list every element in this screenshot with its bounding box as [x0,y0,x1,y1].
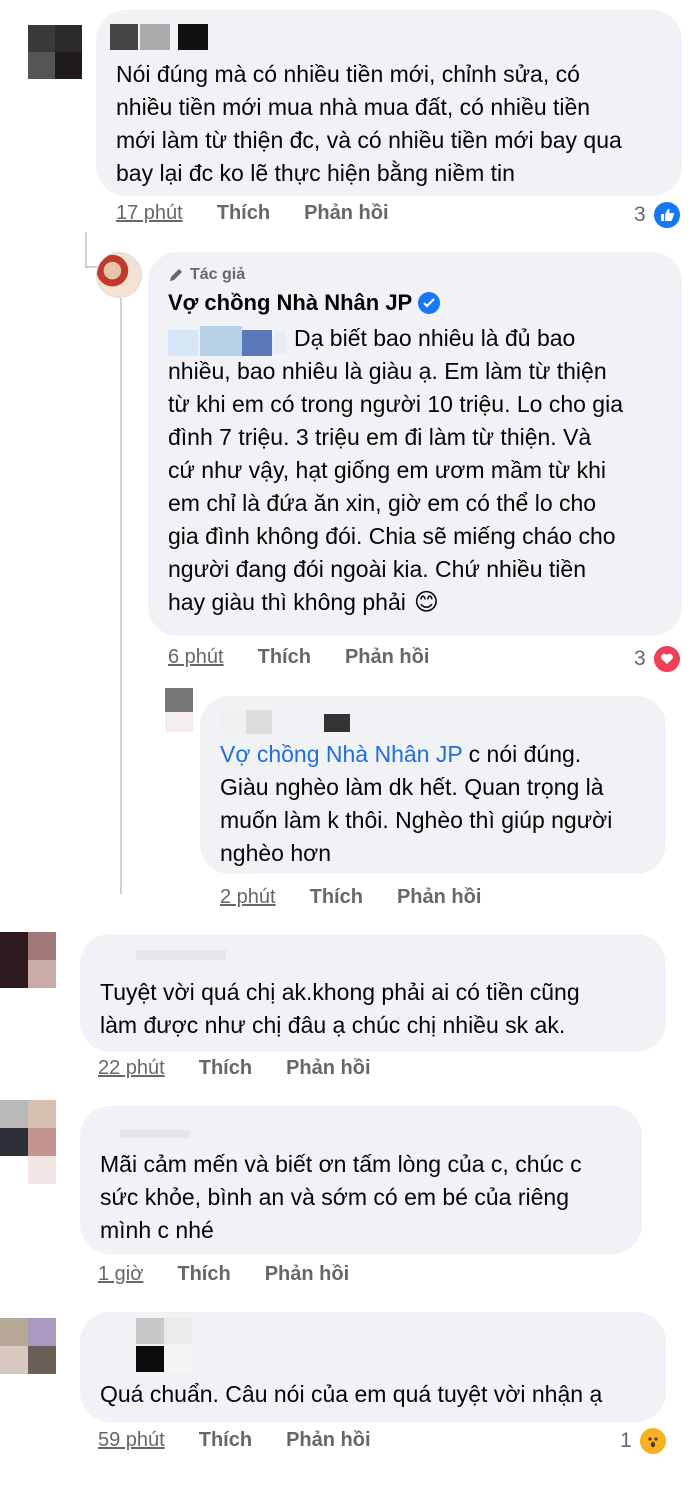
comment-time[interactable]: 2 phút [220,886,276,909]
text-line: hay giàu thì không phải [168,589,406,615]
comment-actions: 6 phút Thích Phản hồi [168,646,429,669]
text-line: nghèo hơn [220,840,332,866]
reply-button[interactable]: Phản hồi [286,1057,370,1080]
text-line: muốn làm k thôi. Nghèo thì giúp người [220,807,613,833]
comment-text: Tuyệt vời quá chị ak.khong phải ai có ti… [100,976,660,1042]
text-line: Mãi cảm mến và biết ơn tấm lòng của c, c… [100,1151,582,1177]
avatar[interactable] [96,252,142,298]
comment-text: Nói đúng mà có nhiều tiền mới, chỉnh sửa… [116,58,676,190]
author-row: Vợ chồng Nhà Nhân JP [168,290,441,316]
reaction-count: 3 [634,203,646,226]
mention-link[interactable]: Vợ chồng Nhà Nhân JP [220,741,462,767]
text-line: đình 7 triệu. 3 triệu em đi làm từ thiện… [168,424,592,450]
author-name-redacted[interactable] [100,940,226,962]
comment-bubble: Nói đúng mà có nhiều tiền mới, chỉnh sửa… [96,10,682,196]
comment-time[interactable]: 17 phút [116,202,183,225]
comment-text: Quá chuẩn. Câu nói của em quá tuyệt vời … [100,1378,660,1411]
author-name-redacted[interactable] [136,1318,216,1372]
text-line: nhiều tiền mới mua nhà mua đất, có nhiều… [116,94,591,120]
comment-bubble: Mãi cảm mến và biết ơn tấm lòng của c, c… [80,1106,642,1254]
comment-bubble: Tác giả Vợ chồng Nhà Nhân JP Dạ biết bao… [148,252,682,636]
comment-text: Mãi cảm mến và biết ơn tấm lòng của c, c… [100,1148,640,1247]
comment-bubble: Quá chuẩn. Câu nói của em quá tuyệt vời … [80,1312,666,1422]
text-line: mình c nhé [100,1217,214,1243]
like-button[interactable]: Thích [199,1057,252,1080]
comment-time[interactable]: 22 phút [98,1057,165,1080]
reaction-summary[interactable]: 3 [634,644,682,674]
author-name-redacted[interactable] [220,708,350,734]
like-button[interactable]: Thích [199,1429,252,1452]
reaction-summary[interactable]: 1 [620,1426,668,1456]
text-line: Vợ chồng Nhà Nhân JP c nói đúng. [220,738,660,771]
reply-button[interactable]: Phản hồi [397,886,481,909]
author-name-redacted[interactable] [110,24,220,50]
text-line: Giàu nghèo làm dk hết. Quan trọng là [220,774,604,800]
text-line: sức khỏe, bình an và sớm có em bé của ri… [100,1184,569,1210]
text-line: mới làm từ thiện đc, và có nhiều tiền mớ… [116,127,622,153]
smile-emoji-icon: 😊 [413,589,439,616]
text-line: gia đình không đói. Chia sẽ miếng cháo c… [168,523,616,549]
text-line: Tuyệt vời quá chị ak.khong phải ai có ti… [100,979,580,1005]
comment-actions: 1 giờ Thích Phản hồi [98,1263,349,1286]
text-line: Nói đúng mà có nhiều tiền mới, chỉnh sửa… [116,61,580,87]
avatar-blurred[interactable] [28,25,82,79]
like-icon [651,200,682,230]
reply-button[interactable]: Phản hồi [286,1429,370,1452]
comment-actions: 2 phút Thích Phản hồi [220,886,481,909]
author-badge: Tác giả [168,266,245,284]
text-line: từ khi em có trong người 10 triệu. Lo ch… [168,391,624,417]
text-span: c nói đúng. [462,741,582,767]
wow-icon [637,1426,668,1456]
text-line: Quá chuẩn. Câu nói của em quá tuyệt vời … [100,1381,603,1407]
comment-actions: 17 phút Thích Phản hồi [116,202,389,225]
comment-text: Vợ chồng Nhà Nhân JP c nói đúng. Giàu ng… [220,738,660,870]
like-button[interactable]: Thích [258,646,311,669]
avatar-blurred[interactable] [0,1100,56,1186]
text-line: bay lại đc ko lẽ thực hiện bằng niềm tin [116,160,515,186]
text-line: người đang đói ngoài kia. Chứ nhiều tiền [168,556,586,582]
badge-label: Tác giả [190,266,246,283]
text-line: em chỉ là đứa ăn xin, giờ em có thể lo c… [168,490,597,516]
pencil-icon [170,269,182,281]
reaction-count: 3 [634,647,646,670]
reply-button[interactable]: Phản hồi [345,646,429,669]
text-line: làm được như chị đâu ạ chúc chị nhiều sk… [100,1012,566,1038]
avatar-blurred[interactable] [0,932,56,988]
text-line: cứ như vậy, hạt giống em ươm mầm từ khi [168,457,606,483]
comment-time[interactable]: 59 phút [98,1429,165,1452]
text-line: Dạ biết bao nhiêu là đủ bao [294,325,576,351]
comment-time[interactable]: 6 phút [168,646,224,669]
reply-button[interactable]: Phản hồi [304,202,388,225]
reaction-summary[interactable]: 3 [634,200,682,230]
like-button[interactable]: Thích [310,886,363,909]
reply-button[interactable]: Phản hồi [265,1263,349,1286]
author-name-redacted[interactable] [100,1120,220,1140]
comment-actions: 22 phút Thích Phản hồi [98,1057,371,1080]
text-line-last: hay giàu thì không phải 😊 [168,586,668,619]
verified-icon [418,292,441,314]
avatar-blurred[interactable] [0,1318,56,1374]
text-line: nhiều, bao nhiêu là giàu ạ. Em làm từ th… [168,358,607,384]
comment-actions: 59 phút Thích Phản hồi [98,1429,371,1452]
comment-bubble: Vợ chồng Nhà Nhân JP c nói đúng. Giàu ng… [200,696,666,874]
reaction-count: 1 [620,1429,632,1452]
author-name[interactable]: Vợ chồng Nhà Nhân JP [168,290,412,316]
comment-text: Dạ biết bao nhiêu là đủ bao nhiều, bao n… [168,322,668,619]
comment-time[interactable]: 1 giờ [98,1263,143,1286]
thread-line-2 [120,298,122,894]
comment-bubble: Tuyệt vời quá chị ak.khong phải ai có ti… [80,934,666,1052]
love-icon [651,644,682,674]
like-button[interactable]: Thích [217,202,270,225]
thread-line [85,232,87,268]
like-button[interactable]: Thích [177,1263,230,1286]
